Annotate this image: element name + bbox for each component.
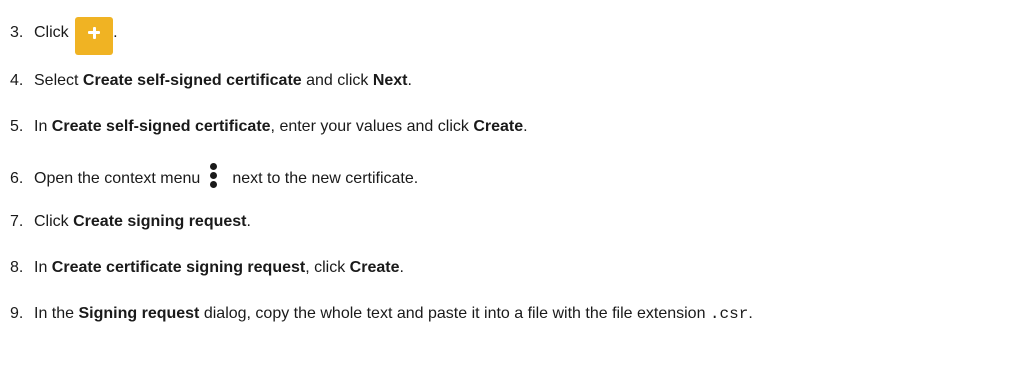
step-6: 6. Open the context menu next to the new c… <box>10 163 418 189</box>
ui-term: Create <box>473 118 524 135</box>
ui-term: Next <box>372 72 408 89</box>
step-text: Click <box>34 24 69 41</box>
ui-term: Create self-signed certificate <box>82 72 302 89</box>
step-number: 3. <box>10 24 24 41</box>
step-text: In <box>34 259 52 276</box>
step-number: 9. <box>10 305 24 322</box>
step-number: 6. <box>10 170 24 187</box>
step-text: . <box>113 24 118 41</box>
step-text: Select <box>34 72 83 89</box>
step-text: Open the context menu <box>34 170 201 187</box>
step-text: . <box>399 259 404 276</box>
ui-term: Create signing request <box>73 213 247 230</box>
ui-term: Create <box>349 259 400 276</box>
step-text: In the <box>34 305 79 322</box>
step-text: . <box>407 72 412 89</box>
step-text: . <box>523 118 528 135</box>
step-8: 8. In Create certificate signing request,… <box>10 258 404 278</box>
step-5: 5. In Create self-signed certificate, ent… <box>10 117 528 137</box>
add-plus-icon <box>75 17 114 55</box>
step-3: 3. Click . <box>10 17 118 55</box>
ui-term: Signing request <box>78 305 200 322</box>
step-number: 8. <box>10 259 24 276</box>
step-number: 7. <box>10 213 24 230</box>
step-text: , click <box>305 259 350 276</box>
step-text: Click <box>34 213 74 230</box>
step-text: dialog, copy the whole text and paste it… <box>199 305 710 322</box>
step-7: 7. Click Create signing request. <box>10 212 251 232</box>
step-number: 4. <box>10 72 24 89</box>
step-text: and click <box>301 72 373 89</box>
step-text: In <box>34 118 52 135</box>
file-extension: .csr <box>709 305 749 323</box>
step-4: 4. Select Create self-signed certificate … <box>10 71 412 91</box>
step-text: . <box>748 305 753 322</box>
ui-term: Create certificate signing request <box>51 259 306 276</box>
step-9: 9. In the Signing request dialog, copy th… <box>10 304 753 324</box>
step-text: . <box>246 213 251 230</box>
step-text: next to the new certificate. <box>232 170 419 187</box>
step-text: , enter your values and click <box>270 118 474 135</box>
step-number: 5. <box>10 118 24 135</box>
context-menu-icon <box>210 163 218 189</box>
ui-term: Create self-signed certificate <box>51 118 271 135</box>
